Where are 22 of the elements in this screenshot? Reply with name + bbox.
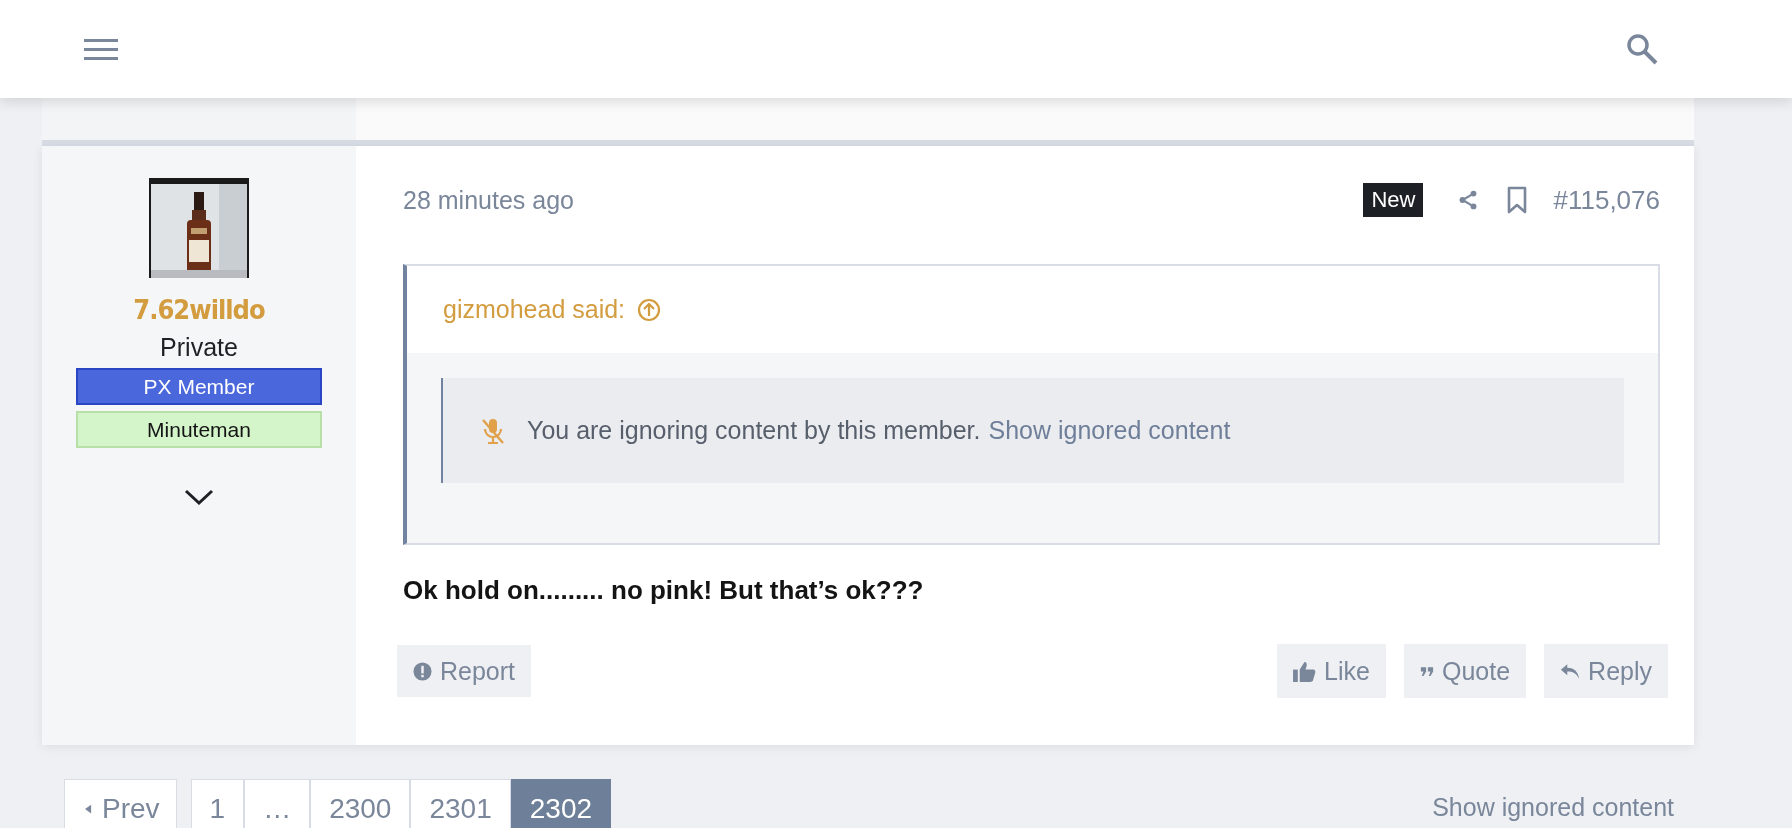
post-time[interactable]: 28 minutes ago: [403, 185, 1364, 215]
page-button[interactable]: 2301: [410, 779, 511, 828]
prev-page-button[interactable]: Prev: [64, 779, 177, 828]
page-button[interactable]: 2300: [310, 779, 411, 828]
page-button[interactable]: 1: [190, 779, 245, 828]
ignored-message: You are ignoring content by this member.: [527, 416, 981, 445]
action-button[interactable]: Reply: [1544, 644, 1668, 698]
post-message: Ok hold on......... no pink! But that’s ok???: [403, 575, 925, 606]
quote-author[interactable]: gizmohead said:: [443, 295, 626, 324]
user-title: Private: [160, 333, 238, 362]
action-button[interactable]: Like: [1277, 644, 1386, 698]
action-button[interactable]: Report: [397, 645, 532, 697]
new-badge: New: [1363, 183, 1424, 217]
user-banner: PX Member: [76, 368, 322, 405]
post-number[interactable]: #115,076: [1553, 184, 1660, 216]
show-ignored-link[interactable]: Show ignored content: [1432, 793, 1674, 822]
username[interactable]: 7.62willdo: [133, 294, 265, 325]
user-banner: Minuteman: [76, 411, 322, 448]
page-button[interactable]: …: [244, 779, 311, 828]
page-button[interactable]: 2302: [510, 779, 612, 828]
action-button[interactable]: Quote: [1403, 644, 1527, 698]
show-ignored-link[interactable]: Show ignored content: [988, 416, 1231, 445]
